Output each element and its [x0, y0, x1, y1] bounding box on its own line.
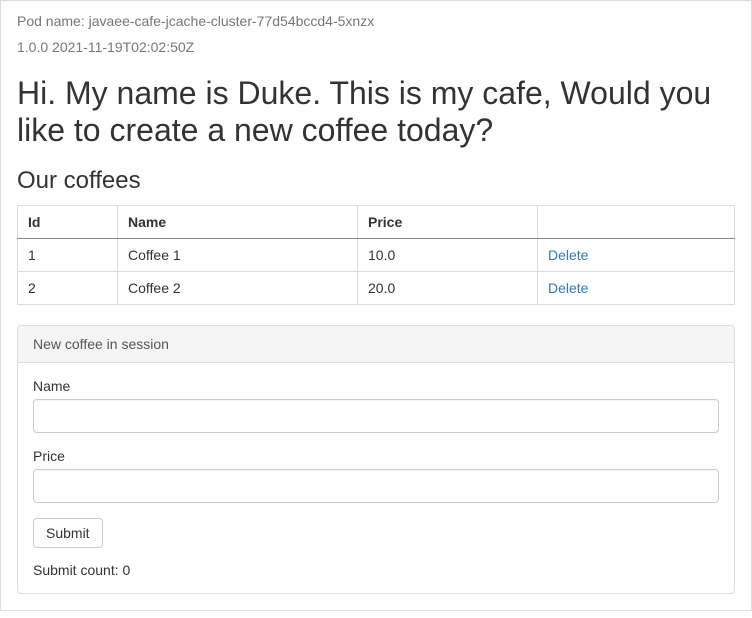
app-container: Pod name: javaee-cafe-jcache-cluster-77d… — [0, 0, 752, 611]
delete-link[interactable]: Delete — [548, 247, 588, 263]
cell-price: 10.0 — [358, 238, 538, 271]
table-row: 2 Coffee 2 20.0 Delete — [18, 271, 735, 304]
form-group-name: Name — [33, 378, 719, 433]
table-row: 1 Coffee 1 10.0 Delete — [18, 238, 735, 271]
name-label: Name — [33, 378, 719, 394]
section-title-coffees: Our coffees — [17, 167, 735, 195]
version-info: 1.0.0 2021-11-19T02:02:50Z — [17, 39, 735, 55]
page-title: Hi. My name is Duke. This is my cafe, Wo… — [17, 75, 735, 149]
col-header-id: Id — [18, 205, 118, 238]
coffees-table: Id Name Price 1 Coffee 1 10.0 Delete 2 C… — [17, 205, 735, 305]
col-header-price: Price — [358, 205, 538, 238]
pod-name: Pod name: javaee-cafe-jcache-cluster-77d… — [17, 13, 735, 29]
cell-id: 2 — [18, 271, 118, 304]
name-input[interactable] — [33, 399, 719, 433]
cell-name: Coffee 2 — [118, 271, 358, 304]
submit-button[interactable]: Submit — [33, 518, 103, 548]
panel-body: Name Price Submit Submit count: 0 — [18, 363, 734, 593]
col-header-name: Name — [118, 205, 358, 238]
price-label: Price — [33, 448, 719, 464]
price-input[interactable] — [33, 469, 719, 503]
cell-name: Coffee 1 — [118, 238, 358, 271]
submit-count: Submit count: 0 — [33, 562, 719, 578]
form-group-price: Price — [33, 448, 719, 503]
cell-id: 1 — [18, 238, 118, 271]
new-coffee-panel: New coffee in session Name Price Submit … — [17, 325, 735, 594]
table-header-row: Id Name Price — [18, 205, 735, 238]
delete-link[interactable]: Delete — [548, 280, 588, 296]
col-header-actions — [538, 205, 735, 238]
cell-price: 20.0 — [358, 271, 538, 304]
panel-title: New coffee in session — [18, 326, 734, 363]
